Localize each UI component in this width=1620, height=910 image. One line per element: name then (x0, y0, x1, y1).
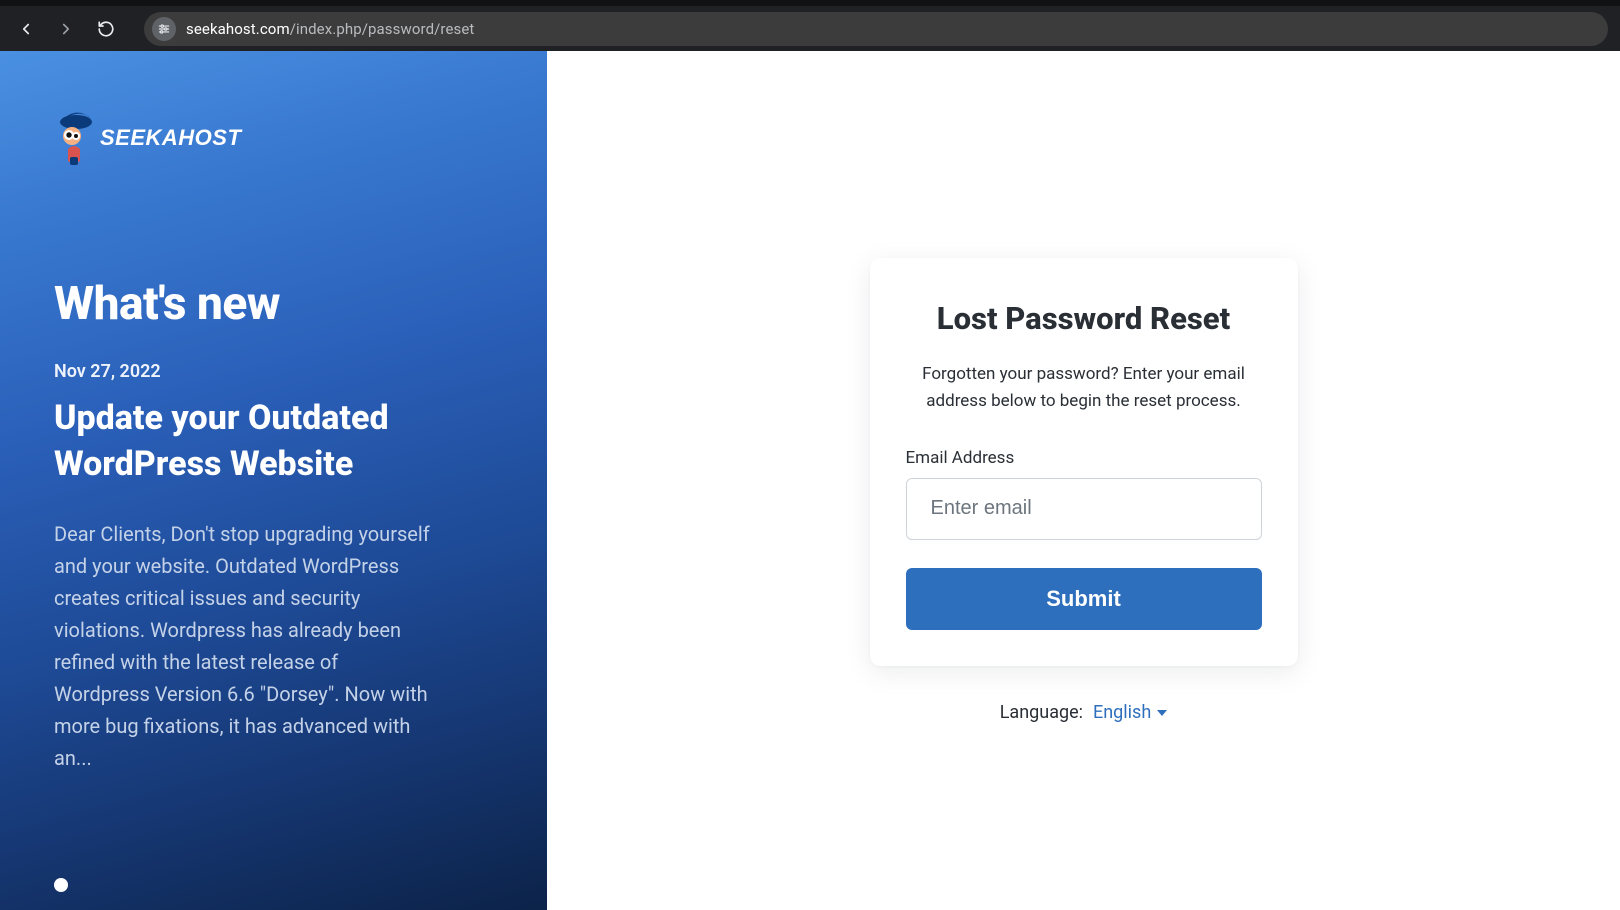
mascot-icon (54, 109, 94, 167)
address-bar[interactable]: seekahost.com/index.php/password/reset (144, 12, 1608, 46)
brand-logo[interactable]: SEEKAHOST (54, 109, 493, 167)
pager-dot-active[interactable] (54, 878, 68, 892)
news-date: Nov 27, 2022 (54, 361, 493, 382)
reload-button[interactable] (92, 15, 120, 43)
news-body: Dear Clients, Don't stop upgrading yours… (54, 518, 434, 774)
whats-new-heading: What's new (54, 277, 493, 331)
language-selected: English (1093, 702, 1151, 723)
reset-card: Lost Password Reset Forgotten your passw… (870, 258, 1298, 666)
browser-toolbar: seekahost.com/index.php/password/reset (0, 0, 1620, 51)
card-subtitle: Forgotten your password? Enter your emai… (906, 361, 1262, 414)
forward-button[interactable] (52, 15, 80, 43)
back-button[interactable] (12, 15, 40, 43)
form-panel: Lost Password Reset Forgotten your passw… (547, 51, 1620, 910)
news-title: Update your Outdated WordPress Website (54, 396, 493, 488)
language-row: Language: English (1000, 702, 1168, 723)
card-title: Lost Password Reset (906, 300, 1262, 337)
carousel-pager (54, 878, 68, 892)
chevron-down-icon (1157, 710, 1167, 716)
url-text: seekahost.com/index.php/password/reset (186, 20, 474, 38)
whats-new-panel: SEEKAHOST What's new Nov 27, 2022 Update… (0, 51, 547, 910)
brand-name: SEEKAHOST (100, 125, 241, 151)
submit-button[interactable]: Submit (906, 568, 1262, 630)
email-field[interactable] (906, 478, 1262, 540)
language-select[interactable]: English (1093, 702, 1167, 723)
site-settings-icon[interactable] (152, 17, 176, 41)
email-label: Email Address (906, 448, 1262, 468)
language-label: Language: (1000, 702, 1083, 723)
page: SEEKAHOST What's new Nov 27, 2022 Update… (0, 51, 1620, 910)
